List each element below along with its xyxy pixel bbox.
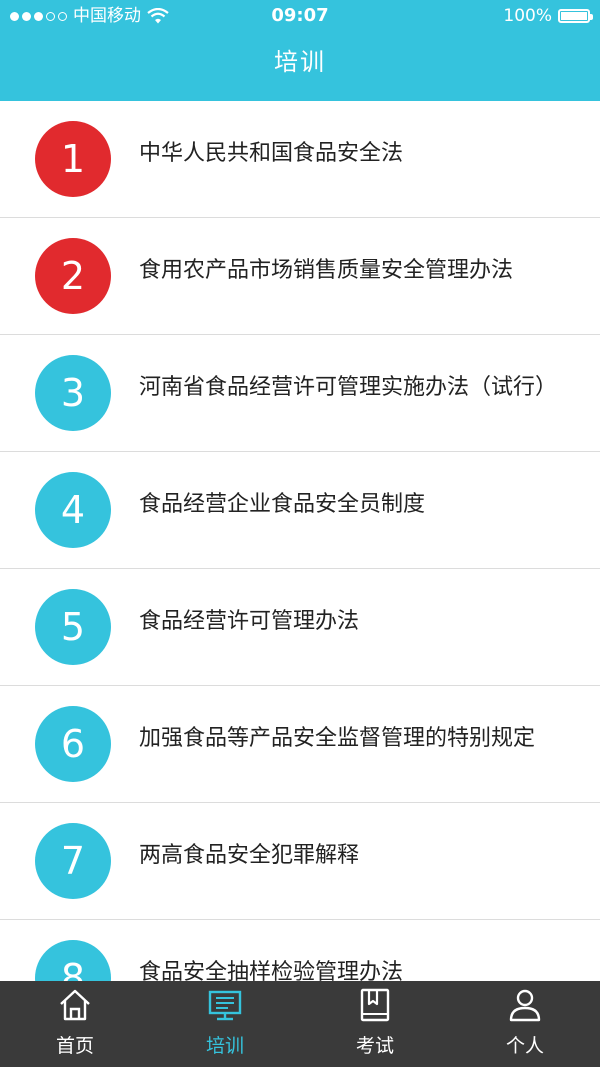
item-title: 两高食品安全犯罪解释	[139, 843, 360, 868]
list-item[interactable]: 6 加强食品等产品安全监督管理的特别规定	[0, 686, 600, 803]
item-title: 加强食品等产品安全监督管理的特别规定	[139, 726, 536, 751]
status-right: 100%	[503, 0, 593, 32]
tab-label: 首页	[55, 1035, 94, 1057]
tab-label: 培训	[205, 1035, 244, 1057]
top-header: 中国移动 09:07 100% 培训	[0, 0, 600, 101]
tab-label: 考试	[355, 1035, 394, 1057]
list-item[interactable]: 2 食用农产品市场销售质量安全管理办法	[0, 218, 600, 335]
tab-exam[interactable]: 考试	[300, 981, 450, 1067]
item-number-badge: 7	[35, 823, 111, 899]
item-title: 河南省食品经营许可管理实施办法（试行）	[139, 375, 558, 400]
book-icon	[360, 988, 390, 1022]
training-icon	[208, 990, 242, 1021]
tab-label: 个人	[505, 1035, 544, 1057]
list-item[interactable]: 5 食品经营许可管理办法	[0, 569, 600, 686]
tab-training[interactable]: 培训	[150, 981, 300, 1067]
training-list: 1 中华人民共和国食品安全法 2 食用农产品市场销售质量安全管理办法 3 河南省…	[0, 101, 600, 981]
item-title: 食品安全抽样检验管理办法	[139, 960, 404, 981]
home-icon	[60, 989, 90, 1021]
item-title: 食用农产品市场销售质量安全管理办法	[139, 258, 514, 283]
item-title: 中华人民共和国食品安全法	[139, 141, 404, 166]
item-number-badge: 8	[35, 940, 111, 981]
item-number-badge: 3	[35, 355, 111, 431]
tab-profile[interactable]: 个人	[450, 981, 600, 1067]
list-item[interactable]: 7 两高食品安全犯罪解释	[0, 803, 600, 920]
item-number-badge: 2	[35, 238, 111, 314]
list-item[interactable]: 1 中华人民共和国食品安全法	[0, 101, 600, 218]
list-item[interactable]: 3 河南省食品经营许可管理实施办法（试行）	[0, 335, 600, 452]
item-number-badge: 5	[35, 589, 111, 665]
user-icon	[509, 989, 541, 1022]
item-number-badge: 4	[35, 472, 111, 548]
battery-icon	[558, 9, 593, 23]
page-title: 培训	[274, 48, 326, 76]
tab-home[interactable]: 首页	[0, 981, 150, 1067]
status-bar: 中国移动 09:07 100%	[0, 0, 600, 32]
battery-percent: 100%	[503, 6, 552, 26]
list-item[interactable]: 4 食品经营企业食品安全员制度	[0, 452, 600, 569]
item-number-badge: 6	[35, 706, 111, 782]
item-title: 食品经营许可管理办法	[139, 609, 360, 634]
bottom-tab-bar: 首页 培训 考试 个人	[0, 981, 600, 1067]
list-item[interactable]: 8 食品安全抽样检验管理办法	[0, 920, 600, 981]
item-title: 食品经营企业食品安全员制度	[139, 492, 426, 517]
item-number-badge: 1	[35, 121, 111, 197]
